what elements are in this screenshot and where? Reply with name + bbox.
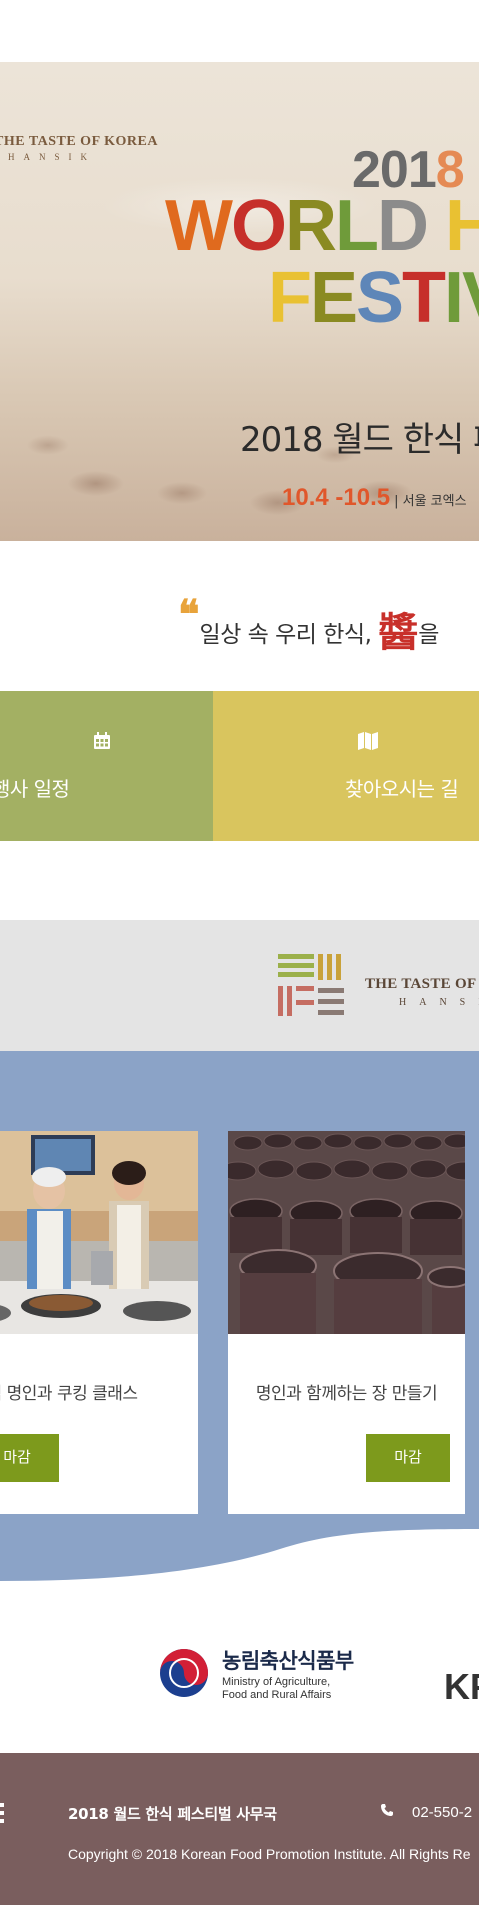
ministry-name-kr: 농림축산식품부 xyxy=(222,1649,354,1673)
directions-label: 찾아오시는 길 xyxy=(345,777,459,801)
slogan-text-after: 을 xyxy=(418,622,439,648)
quote-mark-icon: ❝ xyxy=(178,592,200,637)
hero-title-l2-3: T xyxy=(402,258,446,338)
footer-phone[interactable]: 02-550-2 xyxy=(412,1804,472,1821)
hero-banner[interactable]: THE TASTE OF KOREA HANSIK 2018 WORLD HA … xyxy=(0,62,479,541)
hero-date: 10.4 -10.5 xyxy=(282,484,391,511)
hero-title-l1-3: L xyxy=(334,186,379,266)
slogan-highlight: 醬 xyxy=(378,609,419,656)
hero-title-l1-5 xyxy=(427,186,445,266)
hero-title-l1-6: H xyxy=(444,186,479,266)
hero-brand-line2: HANSIK xyxy=(8,152,97,162)
hero-title-line2: FESTIV xyxy=(268,262,479,334)
hero-title-l2-4: I xyxy=(444,258,464,338)
brand-text: THE TASTE OF KOREA HANSIK xyxy=(365,976,479,1008)
taegeuk-icon xyxy=(160,1649,208,1697)
directions-tile[interactable]: 찾아오시는 길 xyxy=(213,691,479,841)
hero-title-l2-0: F xyxy=(268,258,312,338)
hero-korean-title: 2018 월드 한식 페 xyxy=(240,420,479,460)
phone-icon xyxy=(380,1803,394,1821)
program-card[interactable]: 명인과 함께하는 장 만들기 마감 xyxy=(228,1131,465,1514)
brand-line1: THE TASTE OF KOREA xyxy=(365,976,479,992)
page: THE TASTE OF KOREA HANSIK 2018 WORLD HA … xyxy=(0,0,479,1905)
brand-line2: HANSIK xyxy=(399,997,479,1008)
hero-title-l2-5: V xyxy=(462,258,479,338)
brand-band: THE TASTE OF KOREA HANSIK xyxy=(0,920,479,1051)
programs-section: 한식 명인과 쿠킹 클래스 마감 xyxy=(0,1051,479,1593)
hero-title-l1-0: W xyxy=(165,186,233,266)
ministry-name-en-2: Food and Rural Affairs xyxy=(222,1689,332,1701)
ministry-name-en: Ministry of Agriculture, Food and Rural … xyxy=(222,1676,331,1702)
schedule-tile[interactable]: 행사 일정 xyxy=(0,691,213,841)
program-title: 명인과 함께하는 장 만들기 xyxy=(255,1384,438,1404)
top-bar xyxy=(0,0,479,62)
hero-title-line1: WORLD HA xyxy=(165,190,479,262)
partner-logo[interactable]: KF xyxy=(444,1666,479,1708)
map-icon xyxy=(343,731,393,755)
hero-title-l1-2: R xyxy=(284,186,337,266)
hero-title-l2-2: S xyxy=(356,258,404,338)
sponsors: 농림축산식품부 Ministry of Agriculture, Food an… xyxy=(0,1593,479,1753)
wave-divider xyxy=(0,1529,479,1593)
slogan-text-before: 일상 속 우리 한식, xyxy=(199,622,379,648)
hero-location: | 서울 코엑스 xyxy=(394,494,467,509)
slogan: ❝일상 속 우리 한식, 醬을 xyxy=(178,595,439,658)
hero-brand-line1: THE TASTE OF KOREA xyxy=(0,134,158,149)
hansik-logo-icon xyxy=(278,954,346,1018)
hero-title-l1-1: O xyxy=(230,186,287,266)
hero-date-line: 10.4 -10.5 | 서울 코엑스 xyxy=(282,484,467,512)
ministry-logo[interactable]: 농림축산식품부 Ministry of Agriculture, Food an… xyxy=(158,1645,378,1705)
ministry-name-en-1: Ministry of Agriculture, xyxy=(222,1676,331,1688)
closed-button[interactable]: 마감 xyxy=(366,1434,450,1482)
program-title: 한식 명인과 쿠킹 클래스 xyxy=(0,1384,138,1404)
footer-copyright: Copyright © 2018 Korean Food Promotion I… xyxy=(68,1846,471,1862)
closed-button[interactable]: 마감 xyxy=(0,1434,59,1482)
footer: 2018 월드 한식 페스티벌 사무국 02-550-2 Copyright ©… xyxy=(0,1753,479,1905)
hero-title-l2-1: E xyxy=(309,258,358,338)
program-card[interactable]: 한식 명인과 쿠킹 클래스 마감 xyxy=(0,1131,198,1514)
schedule-label: 행사 일정 xyxy=(0,777,70,801)
hero-title-l1-4: D xyxy=(376,186,429,266)
calendar-icon xyxy=(0,731,213,755)
jangdok-jars-photo xyxy=(228,1131,465,1334)
footer-logo-icon xyxy=(0,1801,6,1828)
cooking-class-photo xyxy=(0,1131,198,1334)
hero-brand-logo: THE TASTE OF KOREA HANSIK xyxy=(0,134,158,162)
footer-org-name: 2018 월드 한식 페스티벌 사무국 xyxy=(68,1805,277,1823)
